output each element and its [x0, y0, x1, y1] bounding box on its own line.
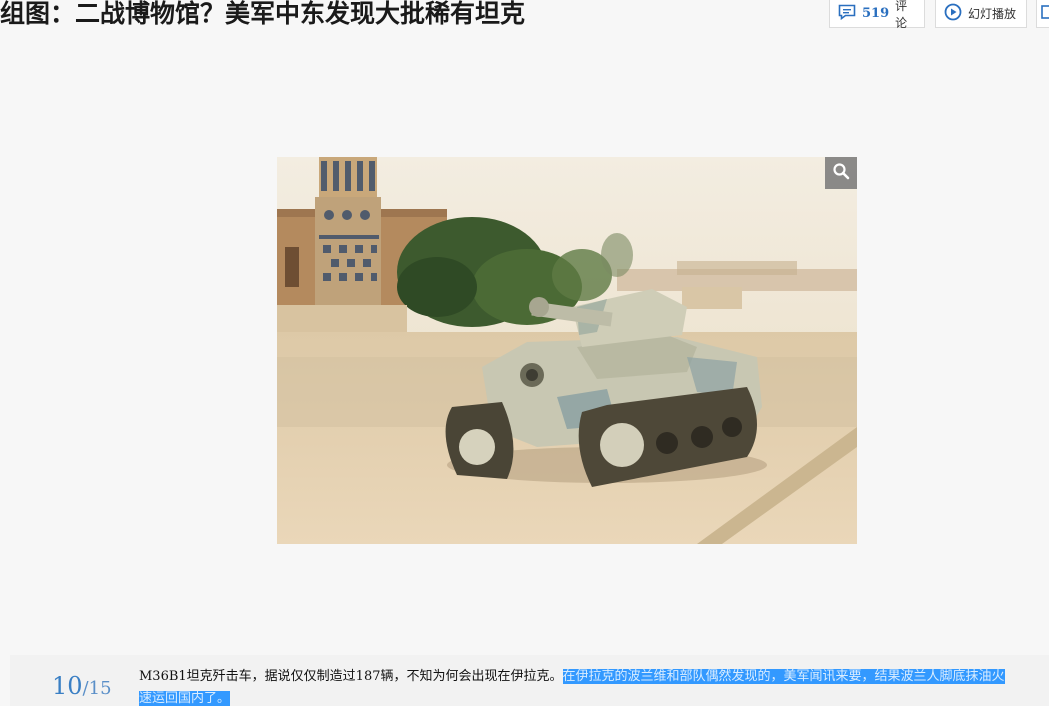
comments-button[interactable]: 519 评论 [829, 0, 925, 30]
caption-selected-text-line2: 速运回国内了。 [139, 691, 231, 706]
tank-photo [277, 157, 857, 544]
total-count: /15 [82, 678, 112, 699]
play-circle-icon [944, 3, 962, 24]
caption-text: M36B1坦克歼击车，据说仅仅制造过187辆，不知为何会出现在伊拉克。 [139, 669, 563, 684]
more-button[interactable] [1036, 0, 1049, 28]
comment-label: 评论 [895, 0, 908, 30]
zoom-button[interactable] [825, 157, 857, 189]
more-icon [1041, 4, 1049, 23]
slideshow-button[interactable]: 幻灯播放 [935, 0, 1027, 28]
comment-count: 519 [862, 6, 890, 21]
page-title: 组图：二战博物馆？美军中东发现大批稀有坦克 [0, 0, 526, 28]
slideshow-label: 幻灯播放 [968, 7, 1017, 21]
photo-counter: 10/15 [52, 672, 112, 700]
gallery-page: 组图：二战博物馆？美军中东发现大批稀有坦克 519 评论 幻灯播放 10/15 … [0, 0, 1049, 706]
gallery-photo[interactable] [277, 157, 857, 544]
magnifier-icon [832, 162, 850, 184]
photo-caption: M36B1坦克歼击车，据说仅仅制造过187辆，不知为何会出现在伊拉克。在伊拉克的… [139, 666, 1049, 706]
current-index: 10 [52, 672, 83, 700]
caption-selected-text: 在伊拉克的波兰维和部队偶然发现的，美军闻讯来要，结果波兰人脚底抹油火 [562, 669, 1005, 684]
comment-bubble-icon [838, 4, 856, 23]
